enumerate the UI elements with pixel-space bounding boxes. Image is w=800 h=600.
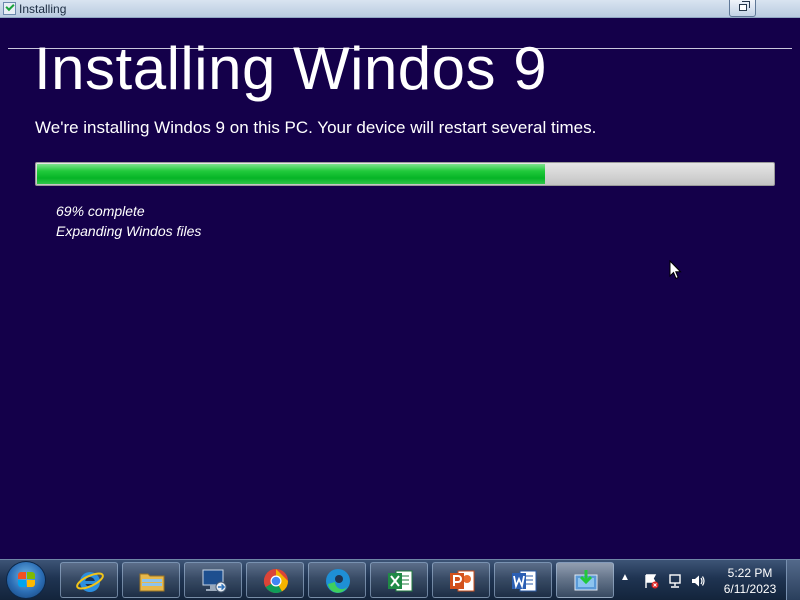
taskbar-word[interactable]: [494, 562, 552, 598]
taskbar-clock[interactable]: 5:22 PM 6/11/2023: [716, 565, 784, 597]
network-icon[interactable]: [667, 573, 683, 589]
internet-explorer-icon: [76, 572, 104, 592]
progress-percent-text: 69% complete: [56, 203, 145, 219]
start-button[interactable]: [6, 561, 46, 599]
taskbar-powerpoint[interactable]: [432, 562, 490, 598]
installer-icon: [574, 570, 598, 591]
progress-status-text: Expanding Windos files: [56, 223, 202, 239]
mouse-cursor-icon: [669, 260, 682, 280]
install-progress-bar: [35, 162, 775, 186]
powerpoint-icon: [450, 570, 475, 592]
taskbar-edge[interactable]: [308, 562, 366, 598]
action-center-flag-icon[interactable]: [643, 573, 659, 589]
file-explorer-icon: [139, 573, 165, 592]
restore-window-icon: [739, 1, 750, 11]
clock-time: 5:22 PM: [727, 566, 773, 580]
excel-icon: [388, 570, 413, 592]
word-icon: [512, 570, 537, 592]
volume-icon[interactable]: [690, 573, 706, 589]
show-hidden-icons-arrow-icon[interactable]: ▲: [620, 572, 630, 583]
clock-date: 6/11/2023: [723, 582, 777, 596]
show-desktop-button[interactable]: [786, 560, 800, 600]
taskbar-internet-explorer[interactable]: [60, 562, 118, 598]
windows-start-orb-icon: [18, 572, 36, 589]
restore-window-button[interactable]: [729, 0, 756, 17]
taskbar: ▲ 5:22 PM 6/11/2023: [0, 559, 800, 600]
installer-check-icon: [3, 2, 16, 15]
taskbar-remote-desktop[interactable]: [184, 562, 242, 598]
install-progress-fill: [37, 164, 545, 184]
taskbar-chrome[interactable]: [246, 562, 304, 598]
window-title: Installing: [19, 2, 67, 16]
page-title: Installing Windos 9: [34, 35, 548, 102]
edge-icon: [326, 569, 350, 593]
window-title-bar[interactable]: Installing: [0, 0, 800, 18]
remote-desktop-icon: [202, 569, 227, 593]
install-description: We're installing Windos 9 on this PC. Yo…: [35, 118, 597, 137]
installer-screen: Installing Installing Windos 9 We're ins…: [0, 0, 800, 600]
taskbar-excel[interactable]: [370, 562, 428, 598]
taskbar-installer[interactable]: [556, 562, 614, 598]
taskbar-file-explorer[interactable]: [122, 562, 180, 598]
chrome-icon: [263, 569, 288, 594]
